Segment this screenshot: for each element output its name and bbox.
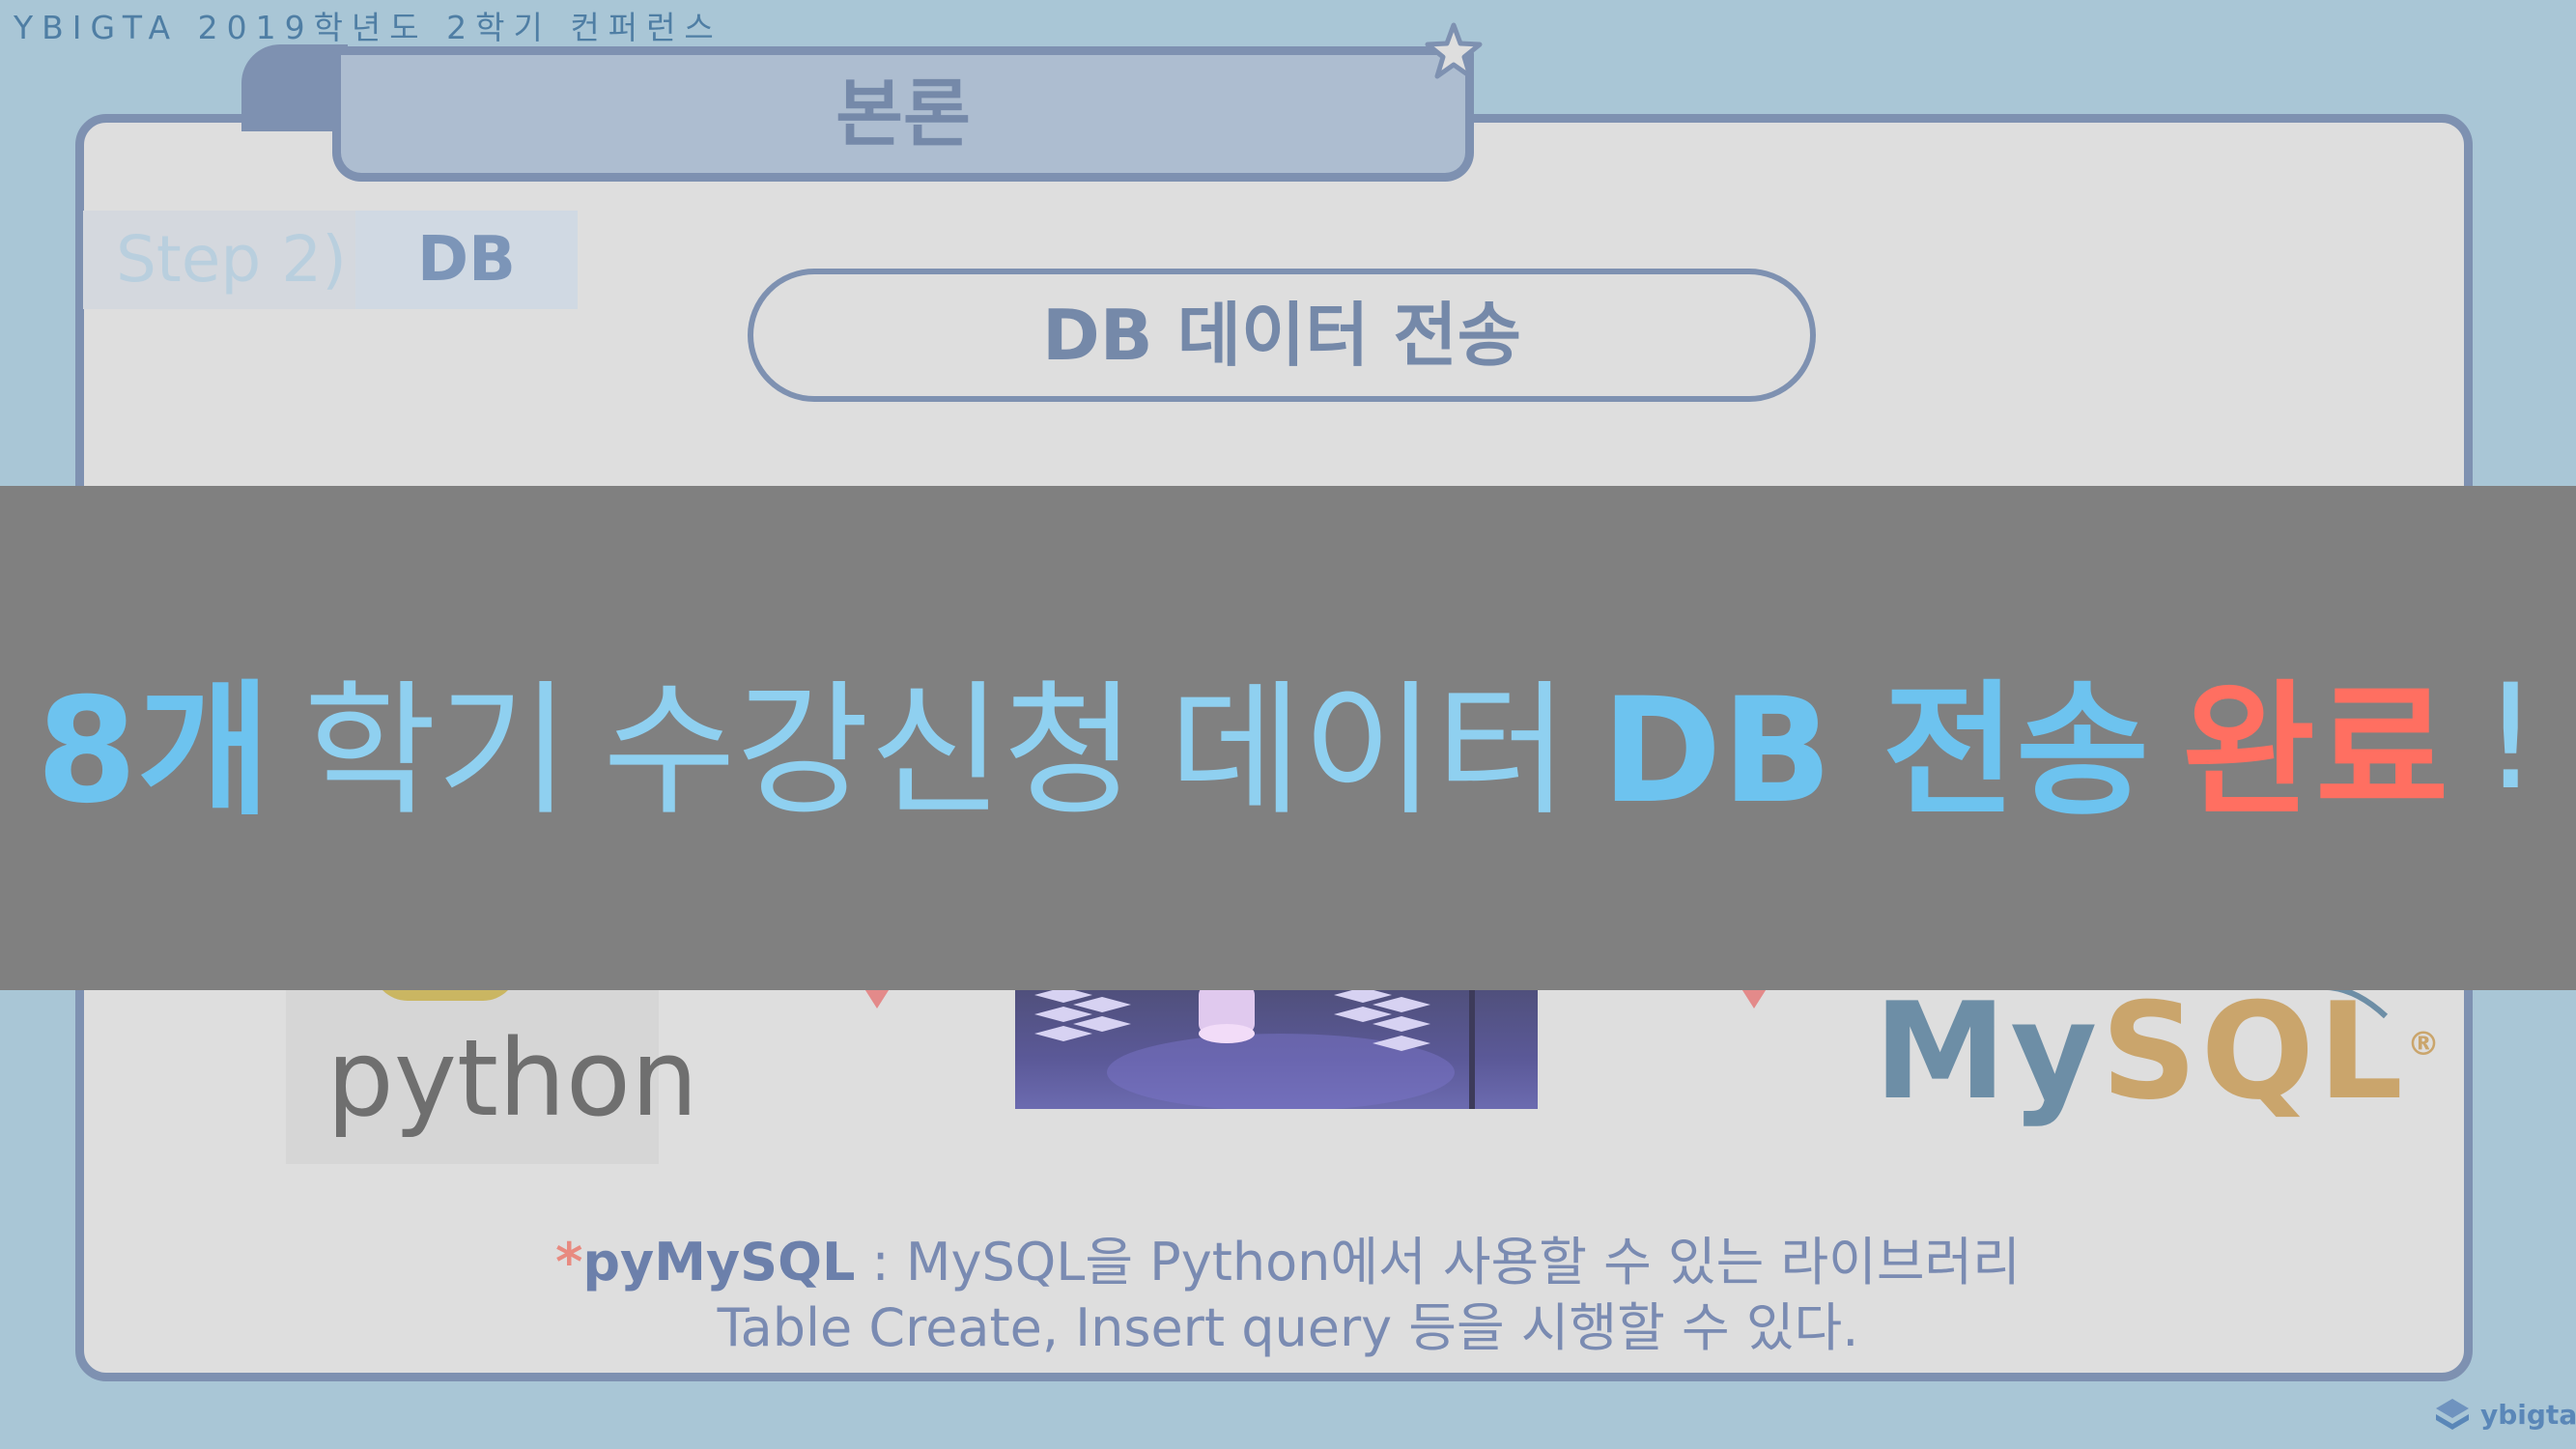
arrow-right-icon	[1741, 987, 1768, 1009]
mysql-my-text: My	[1874, 974, 2102, 1129]
mysql-registered-mark: ®	[2406, 1025, 2444, 1064]
banner-complete: 완료	[2182, 667, 2449, 836]
step-value: DB	[355, 211, 578, 309]
ybigta-logo: ybigta	[2432, 1395, 2576, 1434]
database-server-image	[1015, 985, 1538, 1109]
banner-semester: 학기	[303, 667, 571, 836]
subtitle-pill: DB 데이터 전송	[748, 269, 1816, 402]
subtitle-text: DB 데이터 전송	[1042, 295, 1521, 376]
banner-db-transfer: DB 전송	[1601, 667, 2150, 836]
arrow-left-icon	[863, 987, 891, 1009]
step-indicator: Step 2) DB	[83, 211, 578, 309]
note-asterisk: *	[555, 1232, 583, 1293]
python-logo: python	[286, 966, 698, 1164]
conference-header: YBIGTA 2019학년도 2학기 컨퍼런스	[14, 9, 722, 46]
star-icon	[1425, 22, 1483, 79]
section-tab: 본론	[332, 46, 1474, 182]
banner-message: 8개 학기 수강신청 데이터 DB 전송 완료 !	[0, 486, 2576, 990]
step-label: Step 2)	[83, 211, 355, 309]
banner-data: 데이터	[1169, 667, 1570, 836]
banner-registration: 수강신청	[603, 667, 1137, 836]
logo-icon	[2436, 1399, 2469, 1430]
banner-exclamation: !	[2481, 654, 2540, 822]
note-line-2: Table Create, Insert query 등을 시행할 수 있다.	[717, 1297, 1859, 1358]
note-keyword: pyMySQL	[582, 1232, 856, 1293]
banner-count: 8개	[36, 667, 271, 836]
completion-banner: 8개 학기 수강신청 데이터 DB 전송 완료 !	[0, 486, 2576, 990]
server-illustration	[1034, 985, 1475, 1109]
note-description: : MySQL을 Python에서 사용할 수 있는 라이브러리	[855, 1232, 2021, 1293]
logo-text: ybigta	[2480, 1398, 2576, 1431]
python-wordmark: python	[326, 1016, 698, 1140]
section-title: 본론	[835, 71, 971, 156]
